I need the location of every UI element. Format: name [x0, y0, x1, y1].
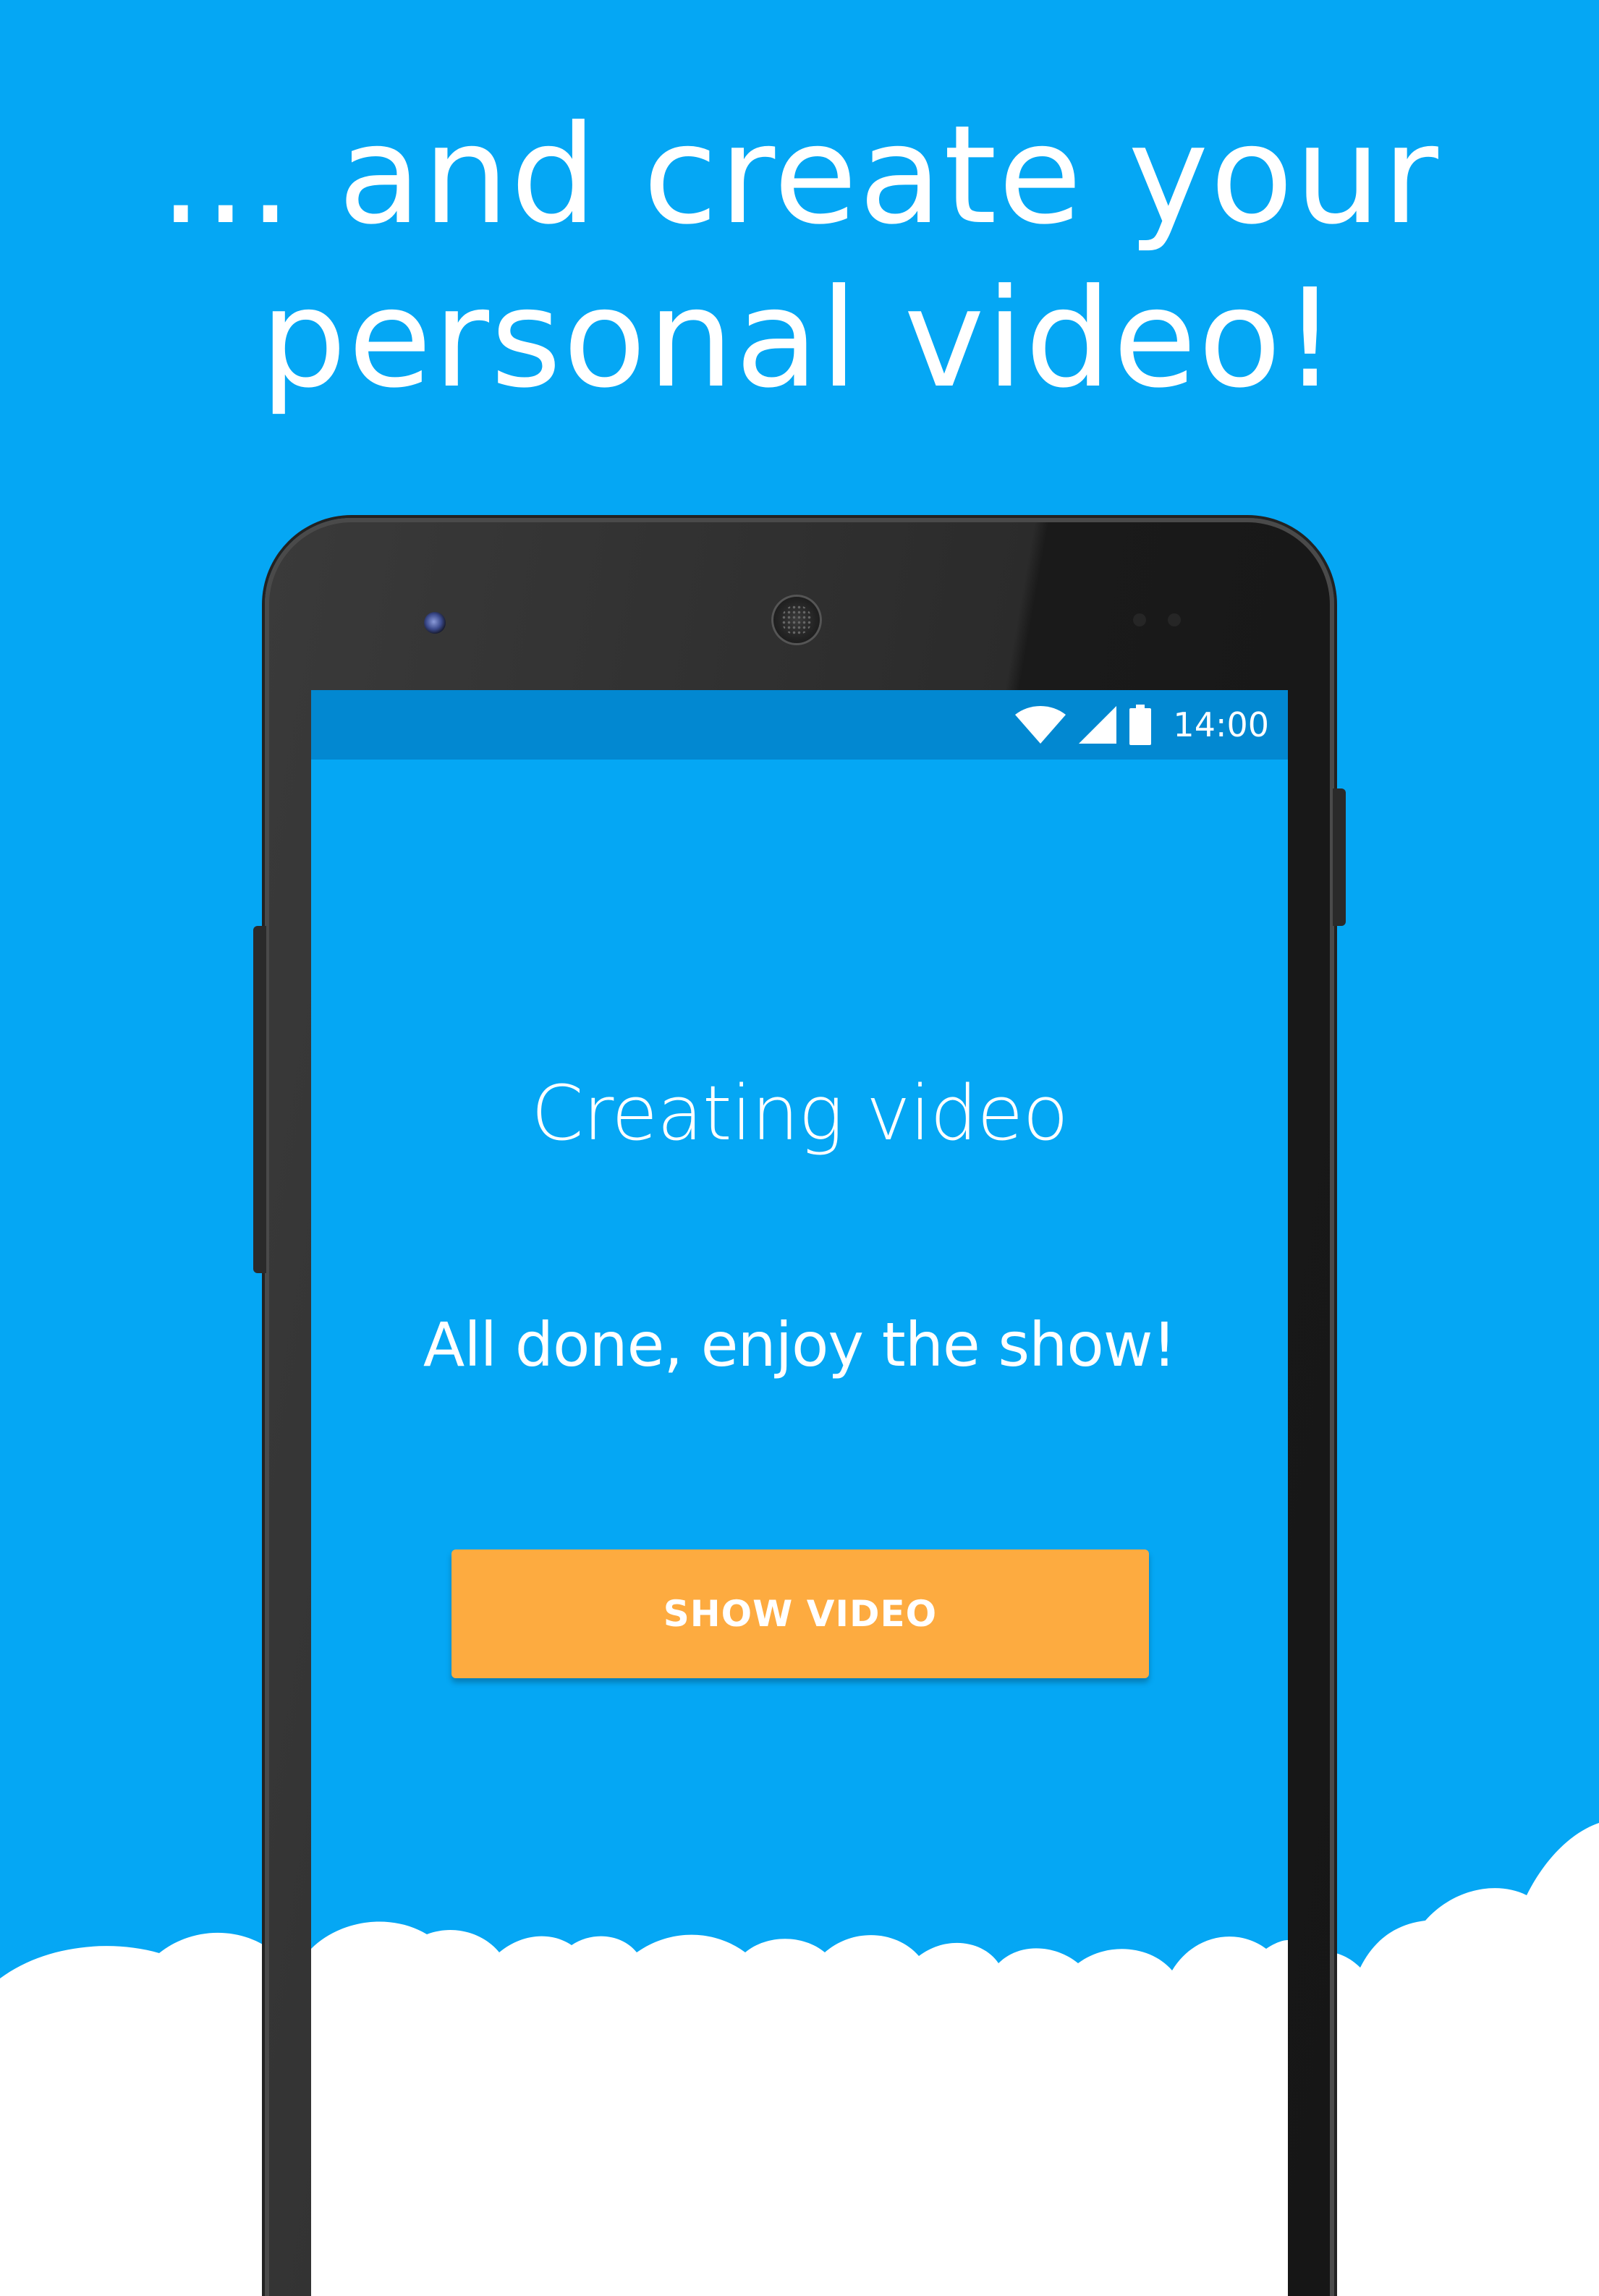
- volume-button: [253, 926, 266, 1273]
- power-button: [1333, 788, 1346, 926]
- proximity-sensor-icon: [1133, 613, 1146, 626]
- light-sensor-icon: [1168, 613, 1181, 626]
- speaker-dots: [781, 605, 812, 635]
- front-camera-icon: [424, 612, 446, 634]
- phone-screen: 14:00 Creating video All done, enjoy the…: [311, 690, 1288, 2296]
- promo-stage: ... and create your personal video! 14:0…: [0, 0, 1599, 2296]
- screen-clouds: [311, 1921, 1288, 2296]
